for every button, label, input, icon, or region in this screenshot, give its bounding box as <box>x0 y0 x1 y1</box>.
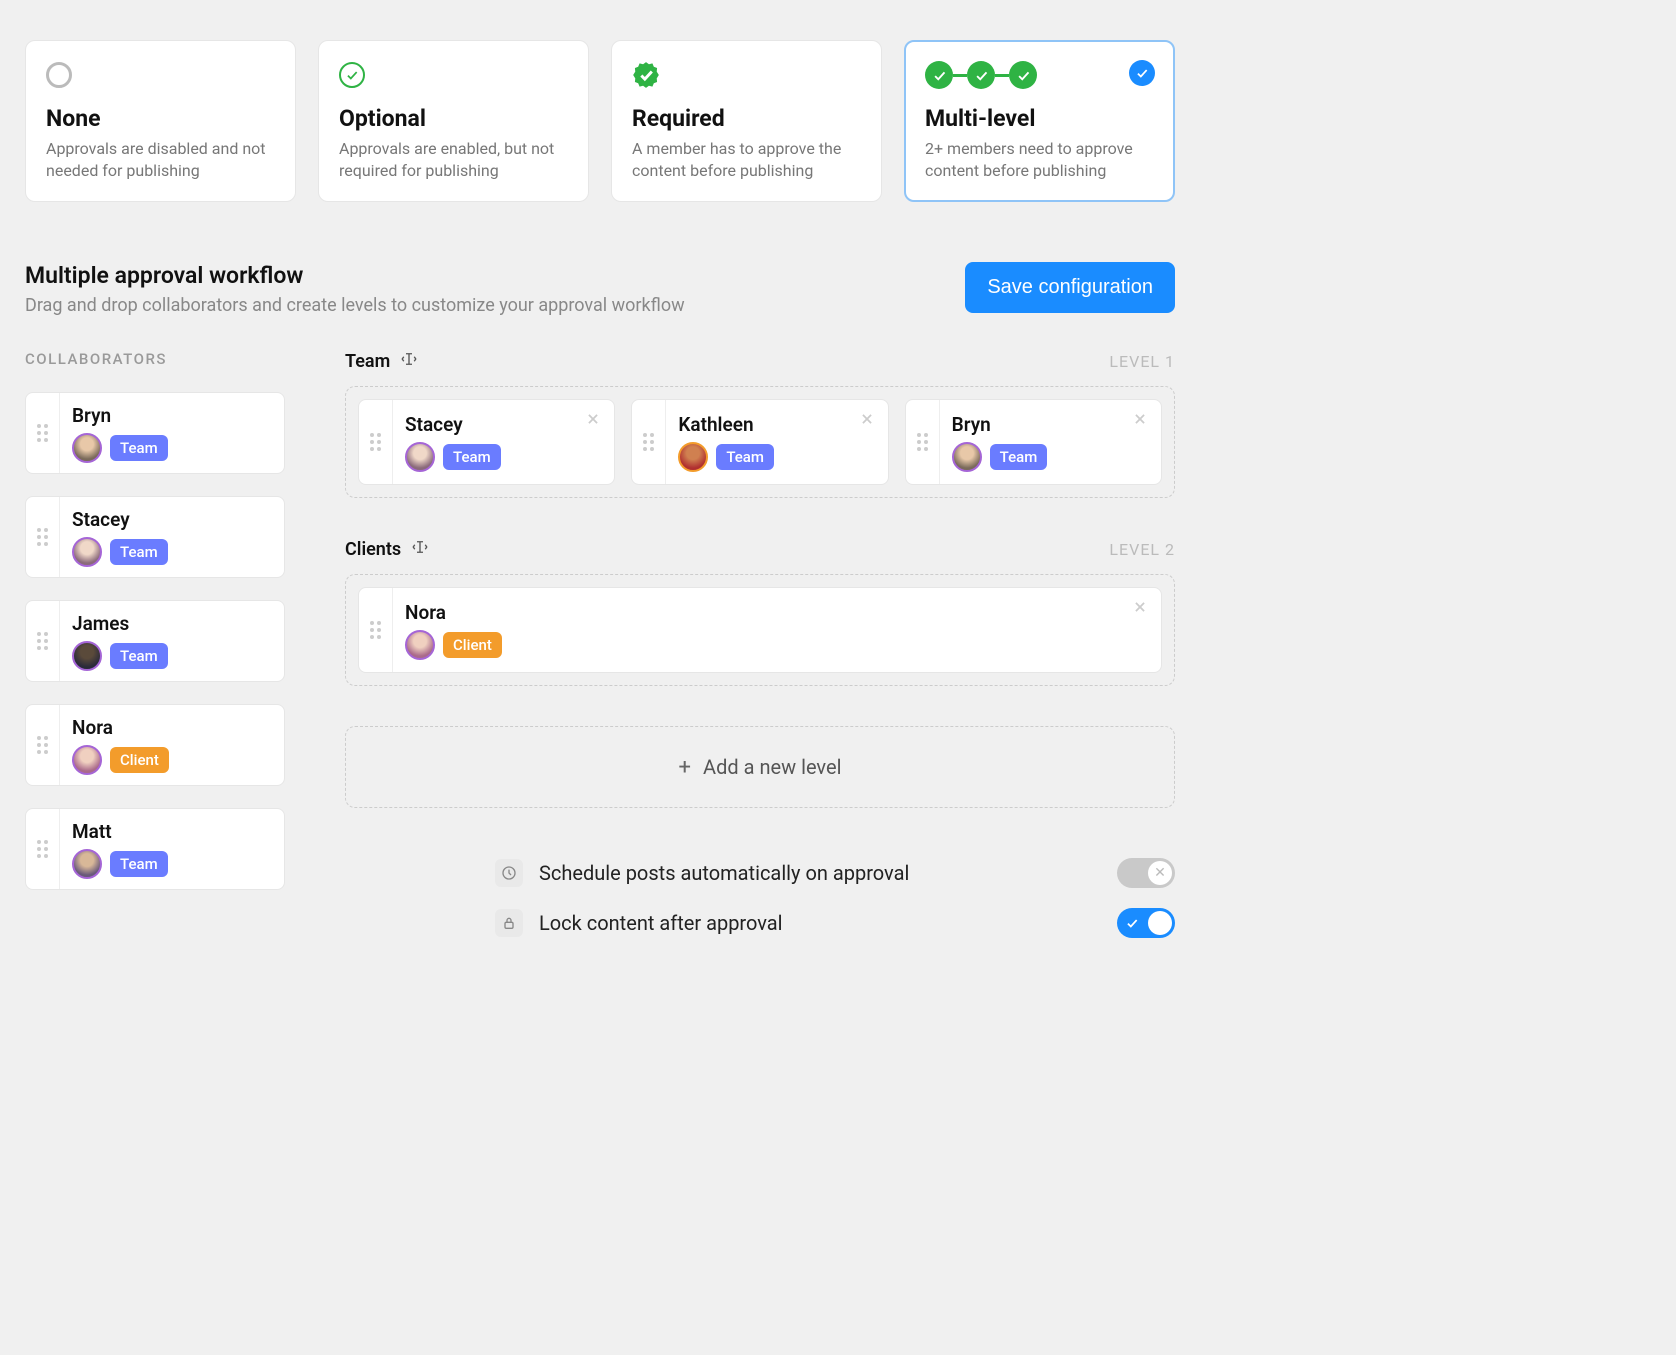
drag-handle[interactable] <box>26 393 60 473</box>
option-desc: A member has to approve the content befo… <box>632 138 861 181</box>
toggle-switch[interactable]: ✕ <box>1117 858 1175 888</box>
collaborator-card[interactable]: Nora Client <box>25 704 285 786</box>
remove-member-button[interactable] <box>584 410 602 428</box>
option-title: Multi-level <box>925 105 1154 132</box>
avatar <box>72 745 102 775</box>
level-name: Clients <box>345 539 401 560</box>
setting-label: Schedule posts automatically on approval <box>539 861 1101 885</box>
save-configuration-button[interactable]: Save configuration <box>965 262 1175 313</box>
avatar <box>72 641 102 671</box>
option-title: Required <box>632 105 861 132</box>
remove-member-button[interactable] <box>1131 598 1149 616</box>
section-header: Multiple approval workflow Drag and drop… <box>25 262 1175 316</box>
remove-member-button[interactable] <box>858 410 876 428</box>
option-title: None <box>46 105 275 132</box>
person-name: Bryn <box>72 404 270 427</box>
plus-icon: + <box>679 755 691 780</box>
level-dropzone[interactable]: Nora Client <box>345 574 1175 686</box>
add-level-button[interactable]: + Add a new level <box>345 726 1175 808</box>
person-name: Bryn <box>952 413 1147 436</box>
avatar <box>72 849 102 879</box>
option-none[interactable]: None Approvals are disabled and not need… <box>25 40 296 202</box>
collaborator-card[interactable]: Bryn Team <box>25 392 285 474</box>
person-name: James <box>72 612 270 635</box>
collaborators-heading: COLLABORATORS <box>25 350 285 368</box>
section-subtitle: Drag and drop collaborators and create l… <box>25 295 685 316</box>
section-title: Multiple approval workflow <box>25 262 685 289</box>
drag-handle[interactable] <box>632 400 666 484</box>
level-number: LEVEL 2 <box>1109 540 1175 559</box>
circle-empty-icon <box>46 62 72 88</box>
collaborator-card[interactable]: Matt Team <box>25 808 285 890</box>
level-header: Team LEVEL 1 <box>345 350 1175 372</box>
drag-handle[interactable] <box>26 705 60 785</box>
avatar <box>72 433 102 463</box>
drag-handle[interactable] <box>26 601 60 681</box>
avatar <box>678 442 708 472</box>
level-member-card[interactable]: Bryn Team <box>905 399 1162 485</box>
selected-check-icon <box>1129 60 1155 86</box>
lock-icon <box>495 909 523 937</box>
drag-handle[interactable] <box>26 809 60 889</box>
person-name: Kathleen <box>678 413 873 436</box>
role-tag: Client <box>110 747 169 773</box>
clock-icon <box>495 859 523 887</box>
setting-row: Lock content after approval <box>495 908 1175 938</box>
rename-icon[interactable] <box>411 538 429 560</box>
add-level-label: Add a new level <box>703 755 841 779</box>
level-dropzone[interactable]: Stacey Team Kathleen Team Bryn Team <box>345 386 1175 498</box>
remove-member-button[interactable] <box>1131 410 1149 428</box>
rename-icon[interactable] <box>400 350 418 372</box>
drag-handle[interactable] <box>359 400 393 484</box>
person-name: Stacey <box>72 508 270 531</box>
avatar <box>72 537 102 567</box>
person-name: Nora <box>405 601 1147 624</box>
approval-settings: Schedule posts automatically on approval… <box>495 858 1175 938</box>
drag-handle[interactable] <box>26 497 60 577</box>
setting-label: Lock content after approval <box>539 911 1101 935</box>
drag-handle[interactable] <box>906 400 940 484</box>
avatar <box>952 442 982 472</box>
level-member-card[interactable]: Kathleen Team <box>631 399 888 485</box>
level-name: Team <box>345 351 390 372</box>
role-tag: Team <box>110 539 168 565</box>
collaborator-card[interactable]: James Team <box>25 600 285 682</box>
option-desc: Approvals are disabled and not needed fo… <box>46 138 275 181</box>
level-member-card[interactable]: Stacey Team <box>358 399 615 485</box>
option-multi-level[interactable]: Multi-level 2+ members need to approve c… <box>904 40 1175 202</box>
role-tag: Team <box>110 435 168 461</box>
option-title: Optional <box>339 105 568 132</box>
level-member-card[interactable]: Nora Client <box>358 587 1162 673</box>
level-header: Clients LEVEL 2 <box>345 538 1175 560</box>
multi-check-icon <box>925 61 1037 89</box>
badge-check-icon <box>632 61 660 89</box>
avatar <box>405 630 435 660</box>
role-tag: Team <box>110 643 168 669</box>
levels-column: Team LEVEL 1 Stacey Team Kathleen Team Bryn Tea… <box>345 350 1175 958</box>
option-optional[interactable]: Optional Approvals are enabled, but not … <box>318 40 589 202</box>
toggle-switch[interactable] <box>1117 908 1175 938</box>
setting-row: Schedule posts automatically on approval… <box>495 858 1175 888</box>
option-desc: Approvals are enabled, but not required … <box>339 138 568 181</box>
role-tag: Team <box>110 851 168 877</box>
person-name: Matt <box>72 820 270 843</box>
drag-handle[interactable] <box>359 588 393 672</box>
option-required[interactable]: Required A member has to approve the con… <box>611 40 882 202</box>
role-tag: Team <box>990 444 1048 470</box>
role-tag: Team <box>443 444 501 470</box>
person-name: Stacey <box>405 413 600 436</box>
person-name: Nora <box>72 716 270 739</box>
check-outline-icon <box>339 62 365 88</box>
level-number: LEVEL 1 <box>1109 352 1175 371</box>
role-tag: Client <box>443 632 502 658</box>
collaborators-column: COLLABORATORS Bryn Team Stacey Team James Tea… <box>25 350 285 958</box>
avatar <box>405 442 435 472</box>
role-tag: Team <box>716 444 774 470</box>
collaborator-card[interactable]: Stacey Team <box>25 496 285 578</box>
approval-mode-options: None Approvals are disabled and not need… <box>25 40 1175 202</box>
option-desc: 2+ members need to approve content befor… <box>925 138 1154 181</box>
